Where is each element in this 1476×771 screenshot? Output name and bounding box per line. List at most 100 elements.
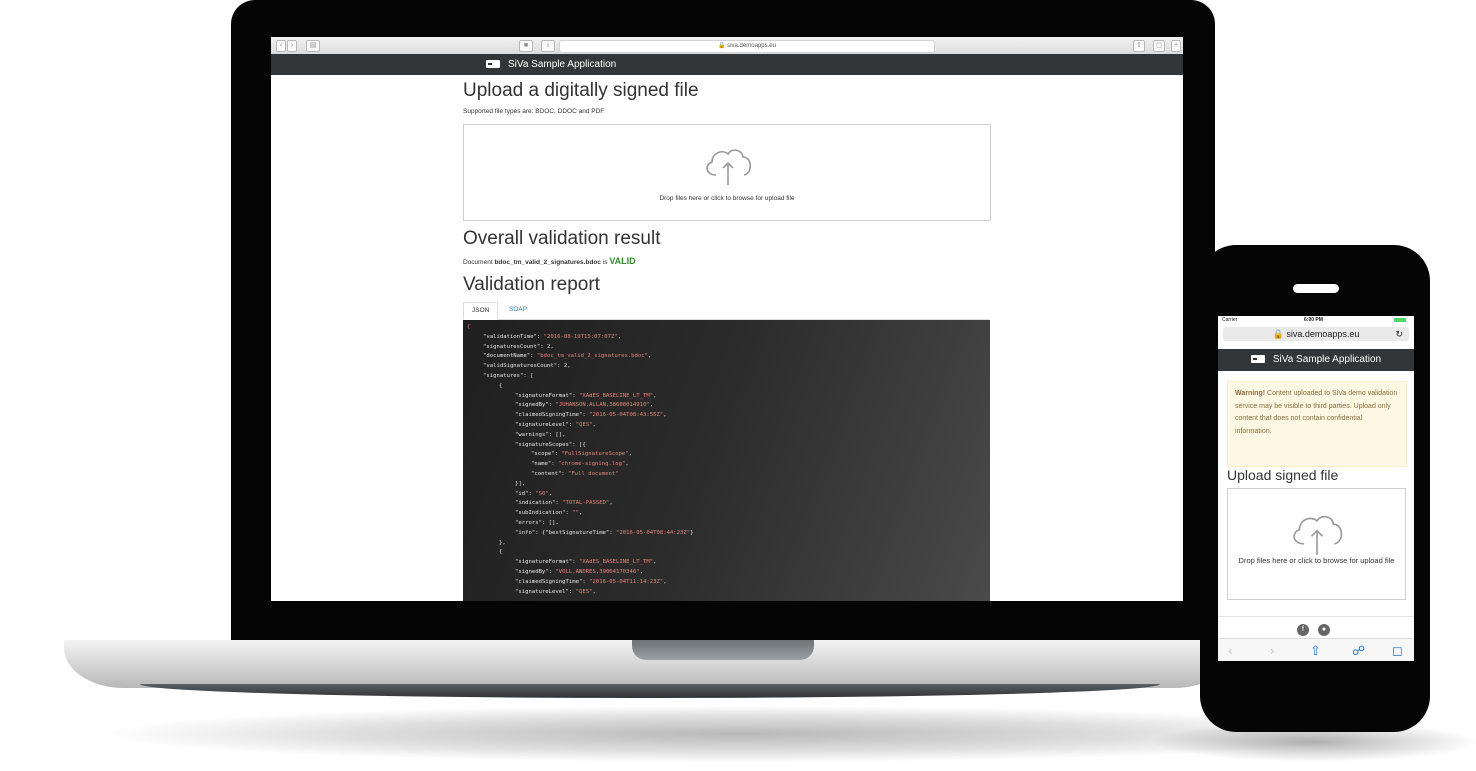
json-value: "chrome-signing.log" (557, 461, 626, 468)
laptop-base-bottom (140, 684, 1160, 698)
phone-bookmarks-icon[interactable]: ☍ (1352, 643, 1365, 659)
json-value: "" (572, 510, 580, 517)
json-tail: , (628, 451, 633, 458)
phone-navbar[interactable]: SiVa Sample Application (1218, 349, 1414, 371)
json-line: "scope": "FullSignatureScope", (531, 450, 632, 458)
json-key: "signatureLevel": (515, 588, 576, 595)
json-tail: , (649, 402, 654, 409)
json-key: "signatureFormat": (515, 392, 579, 399)
warning-alert: Warning! Content uploaded to SiVa demo v… (1227, 381, 1407, 467)
phone-url-bar[interactable]: 🔒 siva.demoapps.eu ↻ (1223, 327, 1409, 341)
json-line: "validationTime": "2016-08-19T15:07:07Z"… (483, 333, 621, 341)
info-icon[interactable]: i (541, 40, 555, 52)
json-line: "signaturesCount": 2, (483, 343, 554, 351)
json-value: "VOLL,ANDRES,39004170346" (555, 569, 640, 575)
result-line: Document bdoc_tm_valid_2_signatures.bdoc… (463, 256, 636, 266)
phone-forward-icon[interactable]: › (1270, 643, 1274, 658)
phone-upload-dropzone[interactable]: Drop files here or click to browse for u… (1227, 488, 1406, 600)
upload-heading: Upload a digitally signed file (463, 80, 699, 101)
json-tail: , (663, 412, 667, 419)
json-line: "claimedSigningTime": "2016-05-04T11:14:… (515, 578, 667, 586)
forward-button[interactable]: › (287, 40, 297, 52)
json-key: "signedBy": (515, 569, 556, 575)
json-tail: } (690, 529, 694, 536)
phone-screen: Carrier 6:00 PM 🔒 siva.demoapps.eu ↻ SiVa… (1218, 316, 1414, 661)
result-status: VALID (609, 256, 636, 266)
result-heading: Overall validation result (463, 228, 661, 249)
url-bar[interactable]: 🔒 siva.demoapps.eu (559, 40, 935, 53)
json-line: "validSignaturesCount": 2, (483, 362, 571, 370)
upload-dropzone[interactable]: Drop files here or click to browse for u… (463, 124, 991, 221)
tab-soap[interactable]: SOAP (501, 302, 535, 318)
json-tail: , (653, 392, 657, 399)
json-tail: , (639, 569, 643, 575)
json-tail: , (609, 500, 613, 507)
phone-url-text: siva.demoapps.eu (1286, 329, 1360, 339)
back-button[interactable]: ‹ (276, 40, 286, 52)
json-line: "signedBy": "JUHANSON,ALLAN,38608014910"… (515, 401, 653, 409)
json-key: { (499, 382, 503, 389)
add-tab-icon[interactable]: + (1171, 40, 1181, 52)
json-key: }, (499, 539, 506, 546)
json-tail: , (592, 422, 596, 428)
reload-icon[interactable]: ↻ (1395, 327, 1403, 341)
json-line: "warnings": [], (515, 431, 566, 439)
json-key: }], (515, 480, 526, 487)
json-line: }], (515, 480, 525, 488)
facebook-icon[interactable]: f (1297, 624, 1309, 636)
json-key: "subIndication": (515, 510, 573, 517)
battery-icon (1394, 318, 1406, 322)
json-value: "2016-05-04T08:44:23Z" (616, 529, 691, 536)
phone-back-icon[interactable]: ‹ (1228, 643, 1232, 658)
phone-dropzone-text: Drop files here or click to browse for u… (1238, 556, 1395, 565)
json-key: "signatureLevel": (515, 422, 576, 428)
json-key: "validSignaturesCount": 2, (483, 363, 571, 370)
json-key: "signatureScopes": [{ (515, 441, 586, 448)
phone-toolbar: ‹ › ⇧ ☍ ◻ (1218, 638, 1414, 661)
json-value: { (467, 324, 471, 330)
status-time: 6:00 PM (1304, 317, 1323, 323)
carrier-label: Carrier (1222, 317, 1238, 323)
json-key: "signatureFormat": (515, 559, 579, 566)
github-icon[interactable]: ● (1318, 624, 1330, 636)
phone-divider (1218, 616, 1414, 617)
json-key: "documentName": (483, 353, 537, 360)
json-value: "XAdES_BASELINE_LT_TM" (579, 559, 654, 566)
json-key: { (499, 549, 503, 556)
json-key: "signedBy": (515, 402, 556, 409)
share-icon[interactable]: ⇧ (1133, 40, 1145, 52)
json-line: { (499, 382, 502, 390)
json-line: "signatureLevel": "QES", (515, 588, 596, 596)
json-value: "bdoc_tm_valid_2_signatures.bdoc" (536, 353, 649, 360)
json-key: "warnings": [], (515, 431, 566, 438)
cloud-upload-icon (706, 149, 752, 185)
json-tail: , (548, 490, 553, 497)
json-line: "subIndication": "", (515, 509, 582, 517)
phone-tabs-icon[interactable]: ◻ (1392, 643, 1403, 659)
shield-icon[interactable]: ■ (519, 40, 533, 52)
warning-bold: Warning! (1235, 390, 1266, 397)
laptop-notch (632, 640, 814, 660)
json-key: "content": (531, 471, 569, 477)
result-filename: bdoc_tm_valid_2_signatures.bdoc (494, 259, 601, 266)
json-line: "content": "Full document" (531, 470, 619, 478)
phone-speaker (1293, 284, 1339, 293)
json-line: }, (499, 539, 506, 547)
supported-types: Supported file types are: BDOC, DDOC and… (463, 108, 605, 115)
json-value: "QES" (575, 588, 593, 595)
phone-status-bar: Carrier 6:00 PM (1218, 316, 1414, 324)
tab-json[interactable]: JSON (463, 302, 499, 320)
sidebar-icon[interactable]: ▤ (306, 40, 320, 52)
app-brand[interactable]: SiVa Sample Application (486, 54, 616, 75)
app-navbar: SiVa Sample Application (271, 54, 1183, 75)
json-line: "signatureScopes": [{ (515, 441, 586, 449)
json-tail: , (617, 333, 622, 340)
json-line: "id": "S0", (515, 490, 552, 498)
json-value: "2016-05-04T08:43:55Z" (589, 412, 664, 419)
dropzone-text: Drop files here or click to browse for u… (659, 195, 795, 202)
tabs-icon[interactable]: ◻ (1153, 40, 1165, 52)
phone-share-icon[interactable]: ⇧ (1310, 643, 1321, 659)
json-key: "info": {"bestSignatureTime": (515, 529, 617, 536)
json-line: "name": "chrome-signing.log", (531, 460, 629, 468)
json-key: "indication": (515, 500, 563, 507)
